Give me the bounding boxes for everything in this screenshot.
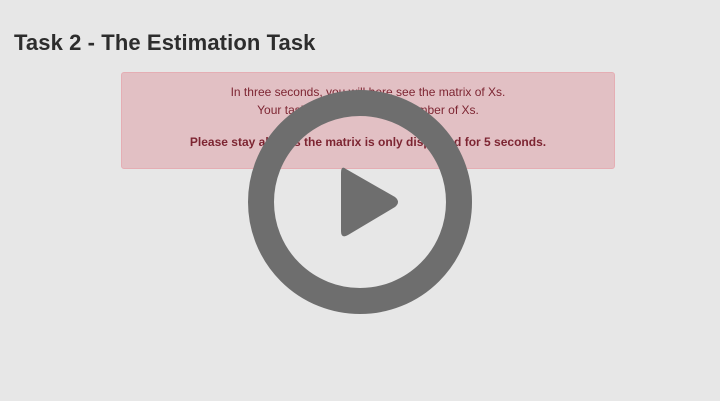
play-button[interactable] (247, 89, 473, 315)
page-title: Task 2 - The Estimation Task (14, 30, 316, 55)
play-icon[interactable] (247, 89, 473, 315)
